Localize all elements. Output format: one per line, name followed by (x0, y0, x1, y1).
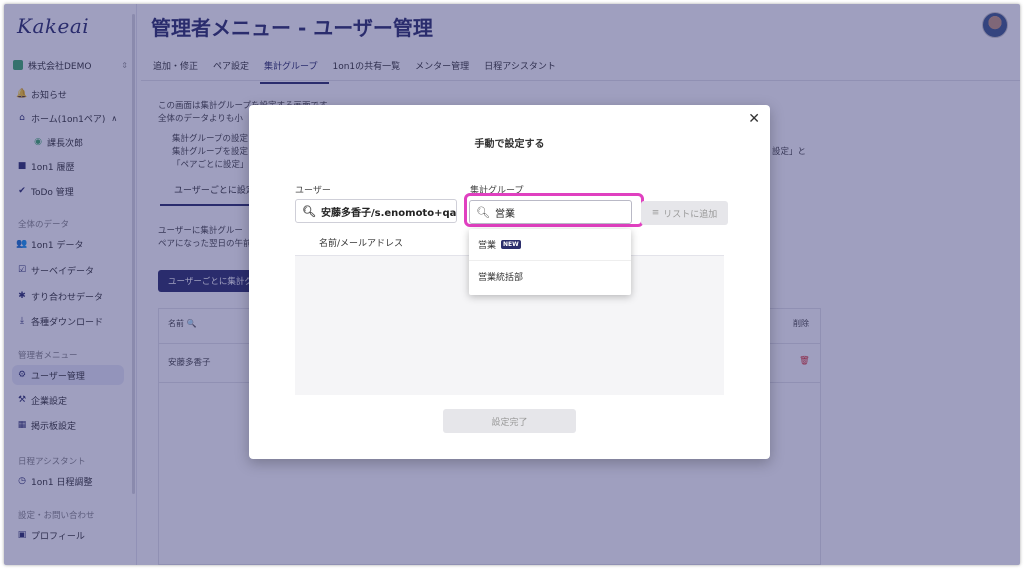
search-icon: 🔍︎ (302, 204, 316, 218)
option-label: 営業 (478, 241, 497, 251)
dialog-title: 手動で設定する (474, 139, 545, 150)
add-to-list-button[interactable]: ≡ リストに追加 (641, 201, 728, 225)
option-label: 営業統括部 (478, 272, 524, 283)
app-window: Kakeai 株式会社DEMO ⇕ 🔔 お知らせ ⌂ ホーム(1on1ペア) ∧… (4, 4, 1020, 565)
user-field-label: ユーザー (295, 186, 331, 196)
close-icon[interactable]: ✕ (748, 111, 760, 127)
add-to-list-label: リストに追加 (663, 209, 718, 220)
user-input-value: 安藤多香子/s.enomoto+qa (320, 207, 457, 219)
group-suggestion-dropdown: 営業 NEW 営業統括部 (469, 229, 631, 295)
user-search-input[interactable]: 🔍︎ 安藤多香子/s.enomoto+qa (295, 199, 457, 223)
manual-setting-dialog: ✕ 手動で設定する ユーザー 🔍︎ 安藤多香子/s.enomoto+qa 集計グ… (249, 105, 770, 459)
finish-setting-button[interactable]: 設定完了 (443, 409, 576, 433)
dropdown-option[interactable]: 営業統括部 (469, 260, 631, 291)
list-header-label: 名前/メールアドレス (319, 238, 404, 249)
add-list-icon: ≡ (651, 208, 660, 218)
new-badge: NEW (501, 240, 521, 249)
dropdown-option[interactable]: 営業 NEW (469, 229, 631, 260)
focus-highlight (464, 193, 644, 227)
